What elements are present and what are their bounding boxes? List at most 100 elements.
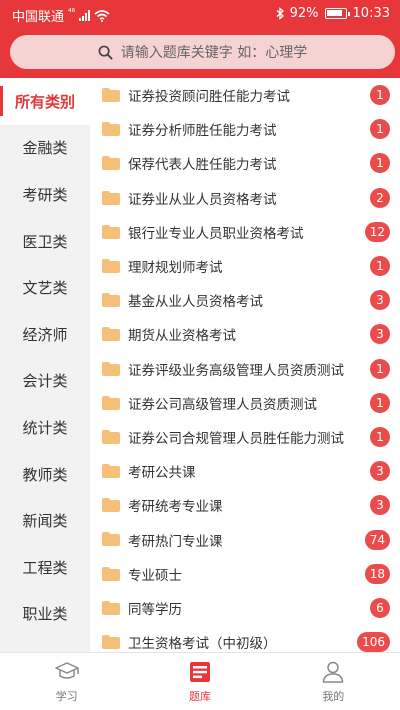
wifi-icon <box>94 9 110 22</box>
clock: 10:33 <box>352 6 390 21</box>
folder-icon <box>102 190 120 205</box>
sidebar-item-label: 会计类 <box>22 372 68 391</box>
list-item[interactable]: 考研公共课 3 <box>90 454 400 488</box>
folder-icon <box>102 224 120 239</box>
count-badge: 3 <box>370 290 390 311</box>
list-item-name: 理财规划师考试 <box>128 260 223 277</box>
folder-icon <box>102 532 120 547</box>
list-item-name: 证券业从业人员资格考试 <box>128 191 277 208</box>
folder-icon <box>102 635 120 649</box>
sidebar-item-label: 考研类 <box>22 185 68 204</box>
list-item[interactable]: 同等学历 6 <box>90 591 400 625</box>
app-root: 中国联通 ⁴⁶ 92% 10:33 请输入题库关键字 如：心理学 所有类别 金融… <box>0 0 400 710</box>
sidebar-item-label: 医卫类 <box>22 232 68 251</box>
sidebar-item[interactable]: 教师类 <box>0 451 90 498</box>
folder-icon <box>102 600 120 615</box>
sidebar-item[interactable]: 工程类 <box>0 544 90 591</box>
sidebar-item-label: 教师类 <box>22 465 68 484</box>
sidebar-item[interactable]: 医卫类 <box>0 218 90 265</box>
search-bar[interactable]: 请输入题库关键字 如：心理学 <box>10 35 395 69</box>
folder-icon <box>102 429 120 444</box>
folder-icon <box>102 498 120 513</box>
header: 中国联通 ⁴⁶ 92% 10:33 请输入题库关键字 如：心理学 <box>0 0 400 78</box>
folder-icon <box>102 327 120 342</box>
count-badge: 6 <box>370 597 390 618</box>
sidebar-item[interactable]: 外语类 <box>0 637 90 653</box>
list-item[interactable]: 理财规划师考试 1 <box>90 249 400 283</box>
tab-question-bank[interactable]: 题库 <box>133 653 266 710</box>
tab-question-bank-label: 题库 <box>188 689 211 703</box>
list-item[interactable]: 考研热门专业课 74 <box>90 522 400 556</box>
count-badge: 1 <box>370 119 390 140</box>
folder-icon <box>102 88 120 102</box>
list-item[interactable]: 银行业专业人员职业资格考试 12 <box>90 215 400 249</box>
status-bar: 中国联通 ⁴⁶ 92% 10:33 <box>0 0 400 28</box>
list-item-name: 同等学历 <box>128 601 182 618</box>
bottom-nav: 学习 题库 我的 <box>0 652 400 710</box>
count-badge: 18 <box>364 563 390 584</box>
list-item[interactable]: 证券评级业务高级管理人员资质测试 1 <box>90 352 400 386</box>
list-item-name: 保荐代表人胜任能力考试 <box>128 157 277 174</box>
graduation-cap-icon <box>54 661 79 679</box>
sidebar-item-label: 经济师 <box>22 325 68 344</box>
list-item-name: 考研统考专业课 <box>128 499 223 516</box>
list-item[interactable]: 证券投资顾问胜任能力考试 1 <box>90 78 400 112</box>
sidebar-item-label: 新闻类 <box>22 512 68 531</box>
count-badge: 3 <box>370 324 390 345</box>
sidebar-item[interactable]: 职业类 <box>0 591 90 638</box>
count-badge: 12 <box>364 221 390 242</box>
battery-icon <box>324 8 350 19</box>
list-item[interactable]: 保荐代表人胜任能力考试 1 <box>90 146 400 180</box>
folder-icon <box>102 122 120 137</box>
tab-study-label: 学习 <box>55 689 78 703</box>
count-badge: 1 <box>370 256 390 277</box>
list-item-name: 专业硕士 <box>128 567 182 584</box>
count-badge: 1 <box>370 358 390 379</box>
count-badge: 1 <box>370 426 390 447</box>
list-item-name: 证券公司高级管理人员资质测试 <box>128 396 317 413</box>
count-badge: 106 <box>357 632 390 652</box>
list-item-name: 期货从业资格考试 <box>128 328 236 345</box>
count-badge: 3 <box>370 461 390 482</box>
bluetooth-icon <box>276 7 284 20</box>
count-badge: 1 <box>370 392 390 413</box>
list-item[interactable]: 卫生资格考试（中初级） 106 <box>90 625 400 652</box>
tab-mine-label: 我的 <box>322 689 345 703</box>
sidebar-item[interactable]: 文艺类 <box>0 264 90 311</box>
sidebar-item-label: 工程类 <box>22 558 68 577</box>
folder-icon <box>102 156 120 171</box>
count-badge: 1 <box>370 85 390 106</box>
list-item[interactable]: 考研统考专业课 3 <box>90 488 400 522</box>
sidebar-item-label: 职业类 <box>22 605 68 624</box>
tab-study[interactable]: 学习 <box>0 653 133 710</box>
count-badge: 3 <box>370 495 390 516</box>
list-item[interactable]: 证券公司合规管理人员胜任能力测试 1 <box>90 420 400 454</box>
sidebar-item[interactable]: 新闻类 <box>0 497 90 544</box>
folder-icon <box>102 566 120 581</box>
sidebar-item[interactable]: 统计类 <box>0 404 90 451</box>
count-badge: 74 <box>364 529 390 550</box>
list-item[interactable]: 证券分析师胜任能力考试 1 <box>90 112 400 146</box>
sidebar-item[interactable]: 经济师 <box>0 311 90 358</box>
list-item-name: 银行业专业人员职业资格考试 <box>128 225 304 242</box>
list-item[interactable]: 专业硕士 18 <box>90 557 400 591</box>
count-badge: 1 <box>370 153 390 174</box>
list-item[interactable]: 证券公司高级管理人员资质测试 1 <box>90 386 400 420</box>
list-item-name: 考研公共课 <box>128 465 196 482</box>
sidebar-item[interactable]: 金融类 <box>0 125 90 172</box>
battery-percent: 92% <box>289 6 319 21</box>
sidebar-item[interactable]: 所有类别 <box>0 78 90 125</box>
count-badge: 2 <box>370 187 390 208</box>
user-icon <box>323 661 344 683</box>
tab-mine[interactable]: 我的 <box>267 653 400 710</box>
search-placeholder: 请输入题库关键字 如：心理学 <box>120 45 308 61</box>
list-item[interactable]: 基金从业人员资格考试 3 <box>90 283 400 317</box>
sidebar-item-label: 金融类 <box>22 139 68 158</box>
network-type-label: ⁴⁶ <box>68 7 76 18</box>
list-item[interactable]: 期货从业资格考试 3 <box>90 317 400 351</box>
folder-icon <box>102 464 120 479</box>
sidebar-item[interactable]: 会计类 <box>0 358 90 405</box>
list-item-name: 证券投资顾问胜任能力考试 <box>128 89 290 106</box>
sidebar-item[interactable]: 考研类 <box>0 171 90 218</box>
list-item[interactable]: 证券业从业人员资格考试 2 <box>90 181 400 215</box>
